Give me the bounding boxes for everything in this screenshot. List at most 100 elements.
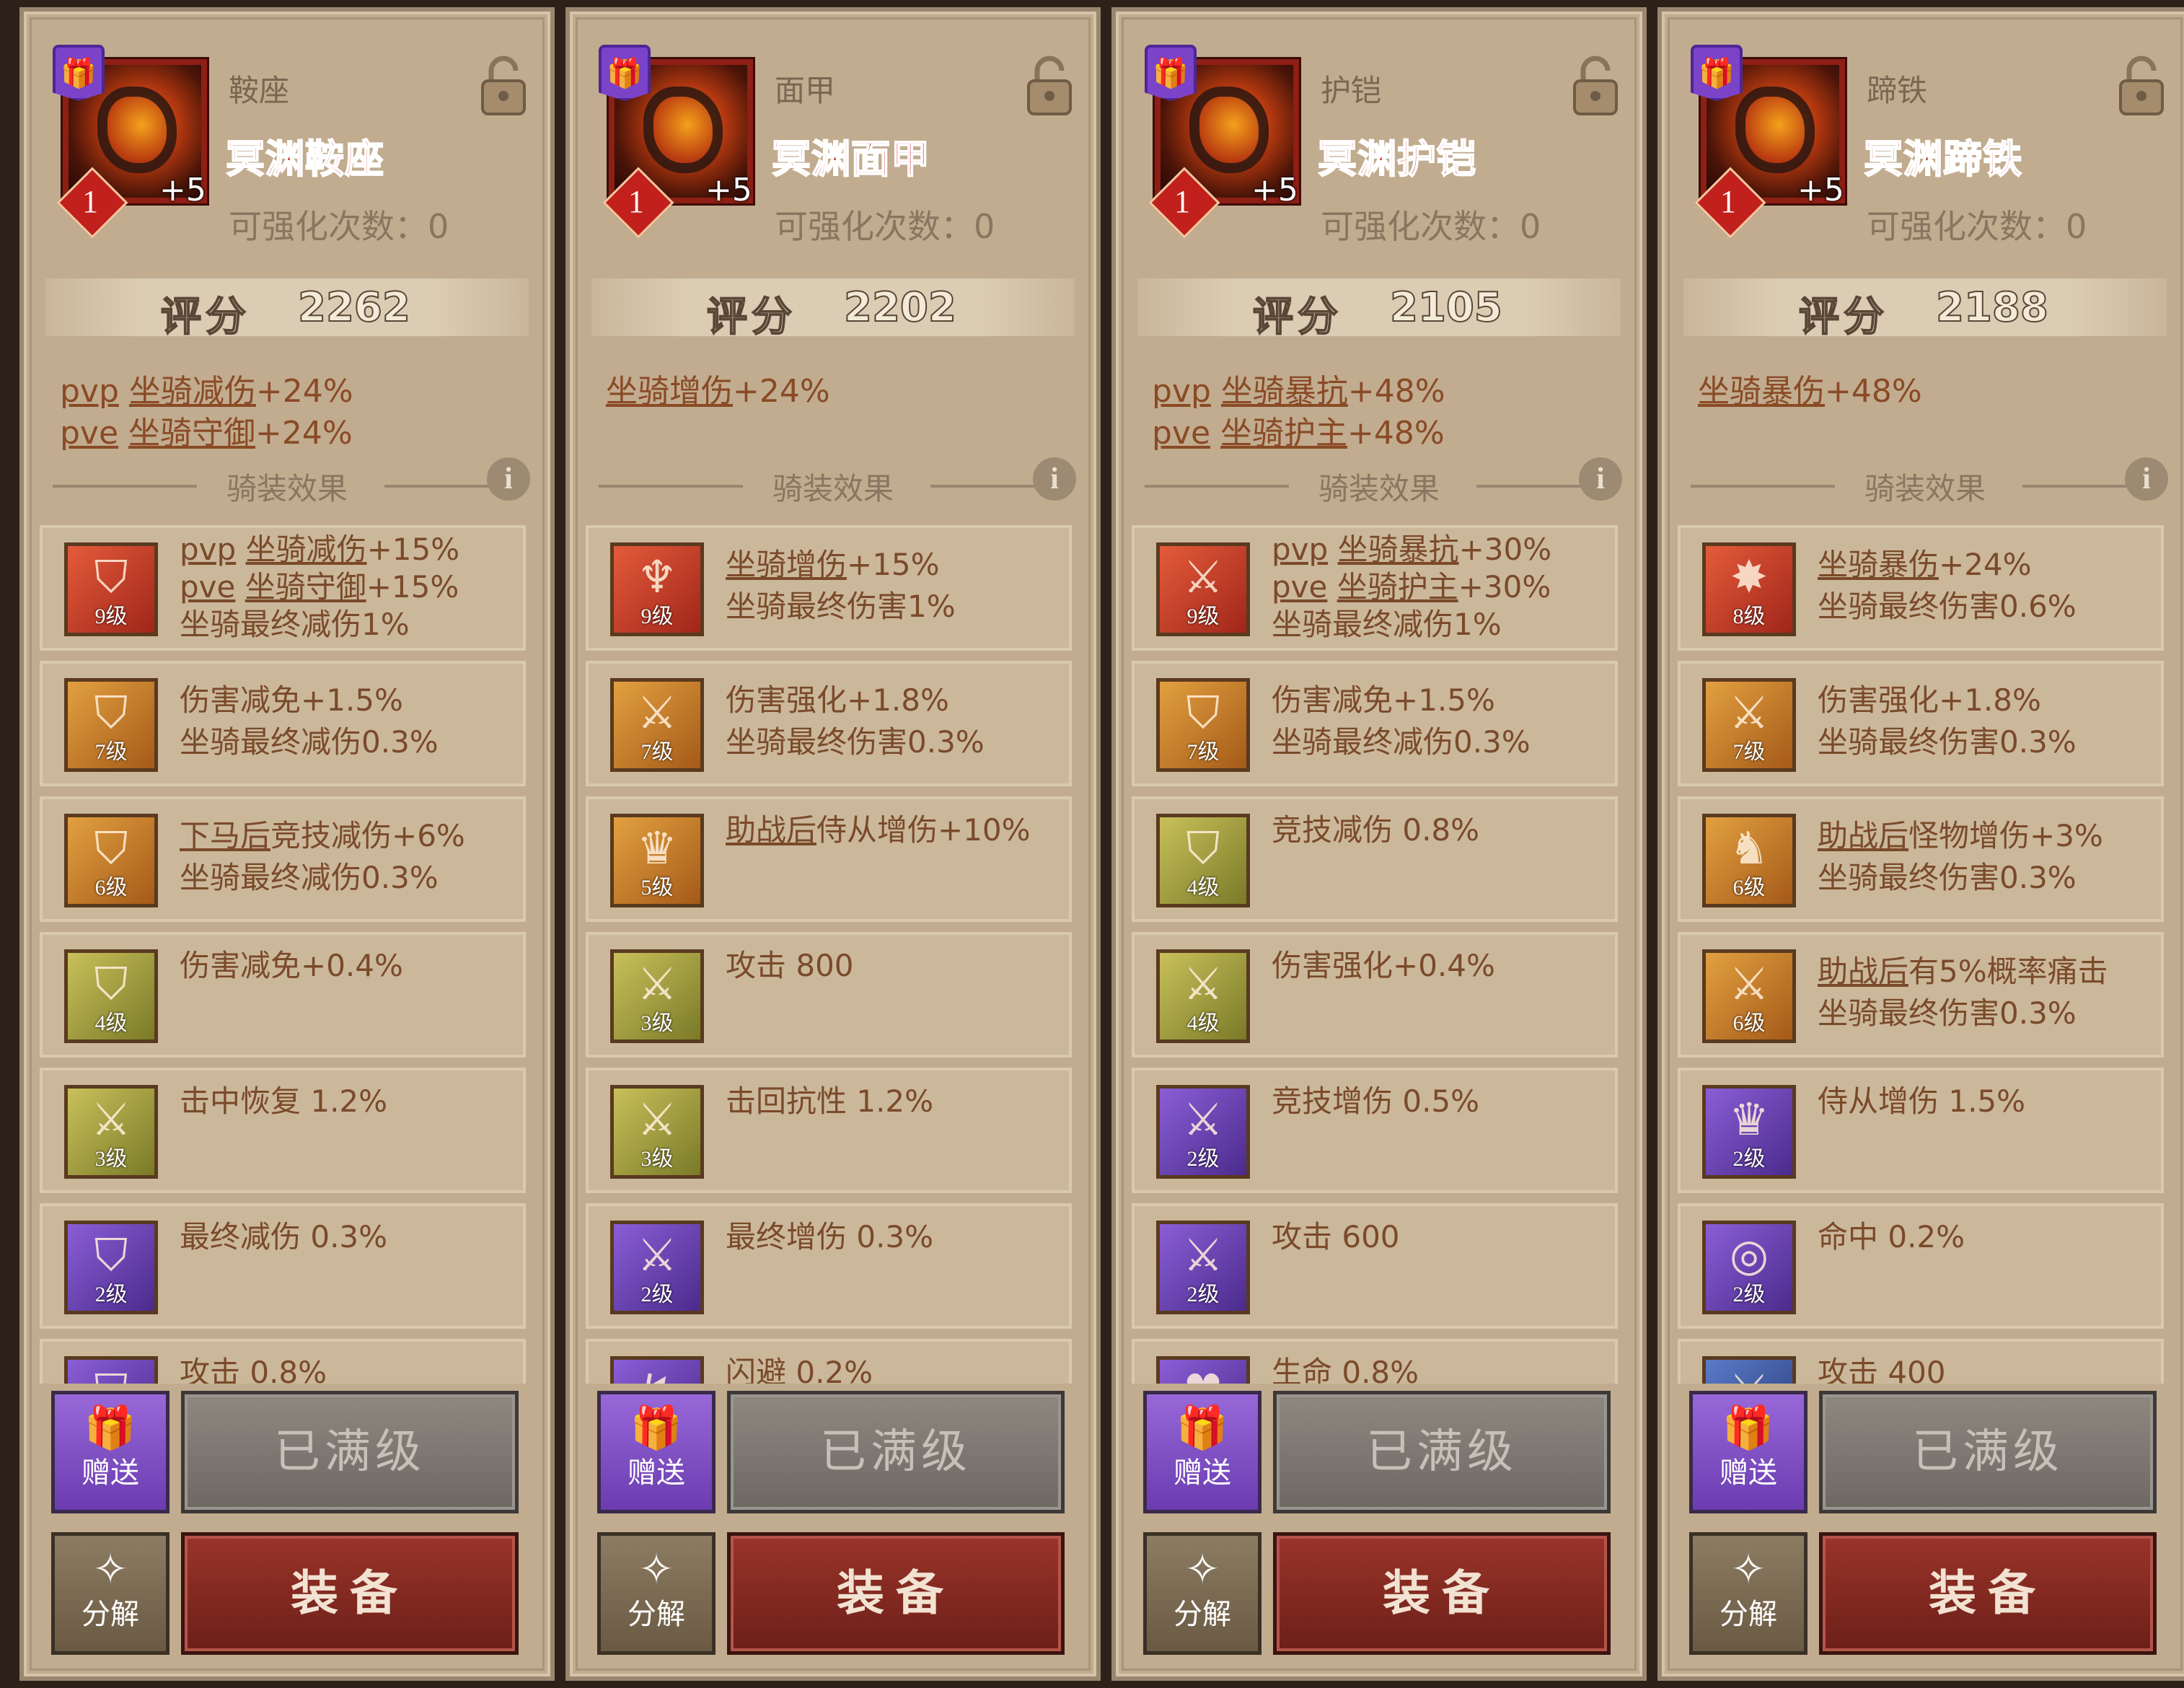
effect-keyword[interactable]: 坐骑暴伤 [1818,547,1939,582]
mode-tag[interactable]: pvp [1272,532,1328,567]
plus-level: +5 [705,172,752,208]
effect-glyph: ⚔ [1183,1228,1223,1281]
unlock-icon[interactable] [478,55,529,117]
star-level: 1 [1174,184,1190,219]
attribute-stat[interactable]: 坐骑减伤 [129,373,256,410]
decompose-button[interactable]: ✧ 分解 [597,1532,715,1655]
effect-value: 坐骑最终伤害0.3% [1818,724,2077,760]
max-level-button[interactable]: 已满级 [1273,1391,1611,1513]
effect-row: ♆ 9级 坐骑增伤+15% 坐骑最终伤害1% [586,525,1072,651]
base-attribute: pvp 坐骑减伤+24% [60,365,353,411]
info-icon[interactable]: i [2125,457,2168,501]
effect-keyword[interactable]: 助战后 [1818,818,1908,853]
gift-button[interactable]: 🎁 赠送 [1143,1391,1261,1513]
mode-tag[interactable]: pve [60,415,118,452]
decompose-button[interactable]: ✧ 分解 [1689,1532,1807,1655]
effect-row: ⚔ 3级 击中恢复 1.2% [40,1068,526,1193]
effect-line: pvp 坐骑暴抗+30% [1272,531,1618,568]
effect-value: 竞技减伤 0.8% [1272,812,1480,848]
equip-button[interactable]: 装备 [181,1532,519,1655]
effect-value: 有5%概率痛击 [1908,954,2108,989]
gift-button[interactable]: 🎁 赠送 [1689,1391,1807,1513]
effect-list[interactable]: ✸ 8级 坐骑暴伤+24% 坐骑最终伤害0.6% ⚔ 7级 伤害强化+1.8% 坐骑最终伤害0… [1678,525,2175,1384]
effect-line: 下马后竞技减伤+6% [180,815,526,857]
effect-row: ⛉ 攻击 0.8% [40,1339,526,1384]
score-value: 2105 [1389,283,1503,332]
attribute-stat[interactable]: 坐骑守御 [128,415,255,452]
effect-keyword[interactable]: 坐骑护主 [1337,569,1458,605]
equip-button[interactable]: 装备 [1819,1532,2157,1655]
max-level-button[interactable]: 已满级 [1819,1391,2157,1513]
decompose-label: 分解 [82,1598,139,1631]
effect-value: 坐骑最终伤害0.3% [1818,860,2077,895]
gift-button[interactable]: 🎁 赠送 [51,1391,169,1513]
effect-value: 命中 0.2% [1818,1219,1965,1254]
effect-level: 7级 [94,740,128,764]
gift-label: 赠送 [1720,1456,1777,1490]
helmet-icon: ♛ 5级 [610,814,704,907]
effect-level: 7级 [640,740,674,764]
heart-icon: ♥ [1156,1356,1250,1384]
effect-text: 伤害减免+0.4% [180,945,526,987]
equip-button[interactable]: 装备 [1273,1532,1611,1655]
effect-value: +30% [1458,532,1552,567]
effect-glyph: ⚔ [1183,1093,1223,1146]
slot-name: 面甲 [775,73,836,108]
mode-tag[interactable]: pvp [1152,373,1211,410]
effect-list[interactable]: ⚔ 9级 pvp 坐骑暴抗+30% pve 坐骑护主+30% 坐骑最终减伤1% ⛉ 7级 伤害… [1132,525,1629,1384]
max-level-button[interactable]: 已满级 [181,1391,519,1513]
mode-tag[interactable]: pvp [180,532,236,567]
effect-keyword[interactable]: 坐骑守御 [245,569,366,605]
base-attribute: pvp 坐骑暴抗+48% [1152,365,1445,411]
effect-text: 助战后有5%概率痛击 坐骑最终伤害0.3% [1818,951,2164,1034]
enhance-count: 可强化次数：0 [229,207,449,246]
effect-keyword[interactable]: 坐骑暴抗 [1338,532,1459,567]
info-icon[interactable]: i [1579,457,1622,501]
enhance-count: 可强化次数：0 [775,207,995,246]
unlock-icon[interactable] [1024,55,1075,117]
effect-row: ♛ 5级 助战后侍从增伤+10% [586,796,1072,922]
effect-row: ⛉ 7级 伤害减免+1.5% 坐骑最终减伤0.3% [40,661,526,786]
equip-button[interactable]: 装备 [727,1532,1065,1655]
decompose-button[interactable]: ✧ 分解 [51,1532,169,1655]
gift-button[interactable]: 🎁 赠送 [597,1391,715,1513]
attribute-stat[interactable]: 坐骑暴抗 [1221,373,1348,410]
unlock-icon[interactable] [1570,55,1621,117]
decompose-label: 分解 [628,1598,685,1631]
effect-list[interactable]: ⛉ 9级 pvp 坐骑减伤+15% pve 坐骑守御+15% 坐骑最终减伤1% ⛉ 7级 伤害… [40,525,537,1384]
mode-tag[interactable]: pve [180,569,235,605]
attribute-stat[interactable]: 坐骑护主 [1220,415,1347,452]
effect-list[interactable]: ♆ 9级 坐骑增伤+15% 坐骑最终伤害1% ⚔ 7级 伤害强化+1.8% 坐骑最终伤害0.3… [586,525,1083,1384]
effect-keyword[interactable]: 助战后 [726,812,816,848]
mode-tag[interactable]: pve [1152,415,1210,452]
mode-tag[interactable]: pve [1272,569,1327,605]
effect-value: 攻击 600 [1272,1219,1400,1254]
effect-text: 命中 0.2% [1818,1216,2164,1258]
gift-label: 赠送 [82,1456,139,1490]
effect-row: ⛉ 4级 伤害减免+0.4% [40,932,526,1058]
max-level-button[interactable]: 已满级 [727,1391,1065,1513]
effect-row: ⛉ 9级 pvp 坐骑减伤+15% pve 坐骑守御+15% 坐骑最终减伤1% [40,525,526,651]
effect-keyword[interactable]: 坐骑减伤 [246,532,367,567]
effect-row: ⚔ 7级 伤害强化+1.8% 坐骑最终伤害0.3% [586,661,1072,786]
decompose-button[interactable]: ✧ 分解 [1143,1532,1261,1655]
base-attribute: pve 坐骑护主+48% [1152,407,1445,453]
mode-tag[interactable]: pvp [60,373,119,410]
effect-keyword[interactable]: 下马后 [180,818,270,853]
info-icon[interactable]: i [1033,457,1076,501]
attribute-stat[interactable]: 坐骑暴伤 [1698,373,1825,410]
effect-keyword[interactable]: 助战后 [1818,954,1908,989]
effect-line: 坐骑最终减伤0.3% [180,857,526,899]
info-icon[interactable]: i [487,457,530,501]
effect-glyph: ⚔ [1729,686,1769,739]
shield-icon: ⛉ 2级 [64,1221,158,1314]
effect-value: 击回抗性 1.2% [726,1083,934,1119]
effect-glyph: ♞ [1729,822,1769,874]
gift-icon: 🎁 [84,1403,137,1452]
effect-line: 助战后侍从增伤+10% [726,809,1072,851]
attribute-stat[interactable]: 坐骑增伤 [606,373,733,410]
unlock-icon[interactable] [2116,55,2167,117]
gift-badge-icon: 🎁 [53,45,105,101]
effect-keyword[interactable]: 坐骑增伤 [726,547,847,582]
effect-glyph: ⚔ [1183,550,1223,603]
